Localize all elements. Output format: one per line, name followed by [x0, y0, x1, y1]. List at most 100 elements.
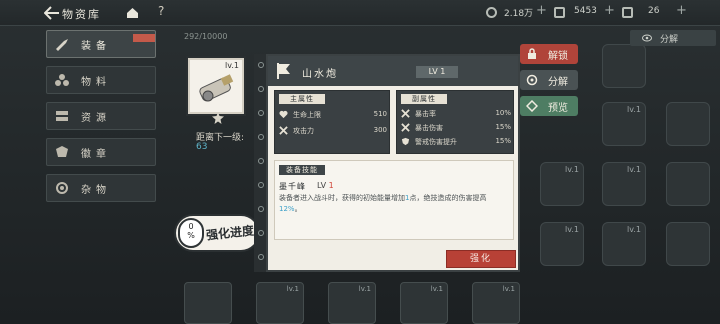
currency-card-icon — [554, 7, 565, 18]
decompose-button[interactable]: 分解 — [520, 70, 578, 90]
materials-icon — [55, 74, 69, 86]
inventory-slot[interactable]: lv.1 — [602, 162, 646, 206]
stat-value: 510 — [373, 110, 387, 118]
badge-icon — [56, 146, 68, 157]
sidebar-item-resources[interactable]: 资源 — [46, 102, 156, 130]
enhance-button[interactable]: 强化 — [446, 250, 516, 268]
stat-name: 警戒伤害提升 — [415, 138, 457, 146]
stat-name: 暴击率 — [415, 110, 436, 118]
equipment-detail-card: 山水炮 LV 1 主属性 生命上限 510 攻击力 300 副属性 暴击率 10… — [266, 54, 520, 272]
preview-icon — [526, 100, 538, 112]
inventory-slot[interactable]: lv.1 — [540, 162, 584, 206]
rail-dot — [258, 182, 264, 188]
stat-row: 警戒伤害提升 15% — [401, 136, 511, 148]
preview-button[interactable]: 预览 — [520, 96, 578, 116]
decompose-icon — [526, 74, 538, 86]
inventory-slot[interactable]: lv.1 — [602, 102, 646, 146]
sub-stats-header: 副属性 — [401, 94, 447, 104]
lock-icon — [528, 48, 536, 59]
batch-decompose-button[interactable]: 分解 — [630, 30, 716, 46]
add-resource-button[interactable]: + — [676, 3, 687, 18]
sidebar-item-label: 装备 — [81, 41, 111, 52]
sub-stats-panel: 副属性 暴击率 10% 暴击伤害 15% 警戒伤害提升 15% — [396, 90, 514, 154]
heart-icon — [279, 110, 288, 119]
inventory-slot[interactable]: lv.1 — [472, 282, 520, 324]
inventory-bottom-row: lv.1 lv.1 lv.1 lv.1 — [184, 282, 524, 324]
skill-level: LV 1 — [317, 181, 334, 190]
back-arrow-icon[interactable] — [44, 6, 60, 20]
sidebar-item-label: 物料 — [81, 77, 111, 88]
page-title: 物资库 — [62, 8, 101, 21]
stat-row: 攻击力 300 — [279, 125, 387, 137]
inventory-slot[interactable] — [666, 102, 710, 146]
shield-icon — [401, 137, 410, 146]
equipment-icon — [56, 39, 68, 51]
next-level-value: 63 — [196, 142, 208, 152]
resource-value: 5453 — [574, 6, 597, 16]
inventory-slot[interactable] — [602, 44, 646, 88]
add-resource-button[interactable]: + — [536, 3, 547, 18]
misc-icon — [56, 182, 68, 194]
add-resource-button[interactable]: + — [604, 3, 615, 18]
inventory-slot[interactable] — [184, 282, 232, 324]
slot-level: lv.1 — [286, 285, 299, 293]
stat-value: 15% — [495, 123, 511, 131]
inventory-slot[interactable] — [666, 162, 710, 206]
skill-level-value: 1 — [328, 181, 334, 190]
currency-gear-icon — [486, 7, 497, 18]
rail-dot — [258, 158, 264, 164]
skill-desc-part: 装备者进入战斗时，获得的初始能量增加 — [279, 194, 405, 202]
stat-value: 300 — [373, 126, 387, 134]
decompose-label: 分解 — [548, 77, 568, 88]
stat-name: 生命上限 — [293, 111, 321, 119]
sidebar-item-materials[interactable]: 物料 — [46, 66, 156, 94]
main-stats-header: 主属性 — [279, 94, 325, 104]
resource-value: 26 — [648, 6, 660, 16]
stat-row: 暴击率 10% — [401, 108, 511, 120]
main-stats-panel: 主属性 生命上限 510 攻击力 300 — [274, 90, 390, 154]
slot-level: lv.1 — [627, 225, 641, 234]
inventory-slot[interactable] — [666, 222, 710, 266]
stat-row: 暴击伤害 15% — [401, 122, 511, 134]
inventory-slot[interactable]: lv.1 — [256, 282, 304, 324]
sidebar-item-label: 杂物 — [81, 185, 111, 196]
skill-header: 装备技能 — [279, 165, 325, 175]
home-icon[interactable] — [126, 7, 139, 19]
sidebar-item-badges[interactable]: 徽章 — [46, 138, 156, 166]
progress-percent-unit: % — [187, 231, 195, 240]
skill-description: 装备者进入战斗时，获得的初始能量增加1点，绝技造成的伤害提高12%。 — [279, 193, 507, 215]
batch-decompose-label: 分解 — [660, 35, 679, 45]
card-header: 山水炮 LV 1 — [268, 56, 518, 86]
slot-level: lv.1 — [565, 225, 579, 234]
inventory-slot[interactable]: lv.1 — [400, 282, 448, 324]
sidebar-item-misc[interactable]: 杂物 — [46, 174, 156, 202]
category-sidebar: 装备 物料 资源 徽章 杂物 — [46, 30, 158, 210]
help-icon[interactable]: ? — [158, 4, 164, 18]
active-tag — [133, 34, 155, 42]
stat-value: 15% — [495, 137, 511, 145]
skill-desc-part: 。 — [294, 205, 302, 213]
star-icon — [212, 112, 224, 124]
resources-icon — [56, 111, 68, 121]
flag-icon — [277, 63, 290, 79]
crossed-swords-icon — [279, 126, 288, 135]
rail-dot — [258, 86, 264, 92]
sidebar-item-equipment[interactable]: 装备 — [46, 30, 156, 58]
rail-dot — [258, 62, 264, 68]
preview-label: 预览 — [548, 103, 568, 114]
inventory-slot[interactable]: lv.1 — [602, 222, 646, 266]
rail-dot — [258, 254, 264, 260]
inventory-slot[interactable]: lv.1 — [540, 222, 584, 266]
slot-level: lv.1 — [358, 285, 371, 293]
currency-ticket-icon — [622, 7, 633, 18]
skill-panel: 装备技能 墨千峰 LV 1 装备者进入战斗时，获得的初始能量增加 1 点，绝技造成的… — [274, 160, 514, 240]
crit-icon — [401, 109, 410, 118]
skill-name: 墨千峰 — [279, 182, 306, 191]
stat-name: 暴击伤害 — [415, 124, 443, 132]
cannon-icon — [199, 74, 234, 102]
top-bar: 物资库 ? 2.18万 + 5453 + 26 + — [0, 0, 720, 26]
inventory-count: 292/10000 — [184, 32, 228, 41]
unlock-button[interactable]: 解锁 — [520, 44, 578, 64]
inventory-slot[interactable]: lv.1 — [328, 282, 376, 324]
progress-percent-value: 0 — [188, 222, 194, 231]
